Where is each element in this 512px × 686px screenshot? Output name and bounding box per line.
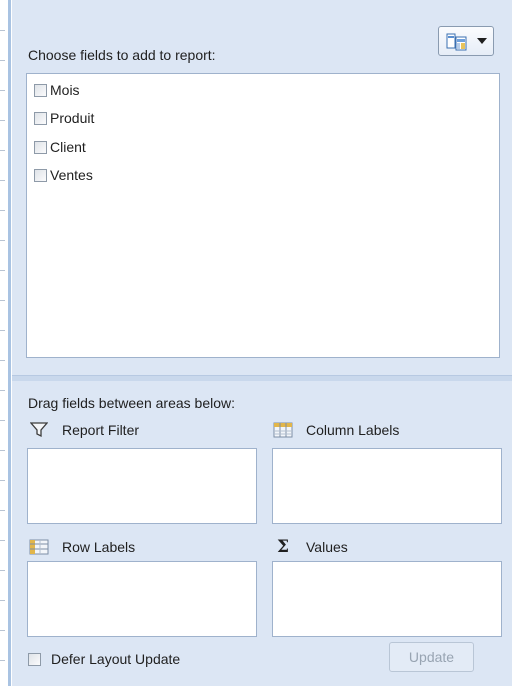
choose-fields-label: Choose fields to add to report: [28,47,216,63]
values-header: Σ Values [272,536,348,558]
defer-layout-checkbox[interactable] [28,652,41,666]
sigma-icon: Σ [276,537,290,557]
field-list-layout-button[interactable] [438,26,494,56]
row-tick [0,330,5,331]
row-tick [0,510,5,511]
field-list-box[interactable]: Mois Produit Client Ventes [26,73,500,358]
values-label: Values [306,539,348,555]
field-item-ventes[interactable]: Ventes [34,164,93,186]
column-grid-icon [272,421,294,439]
row-labels-label: Row Labels [62,539,136,555]
row-tick [0,240,5,241]
report-filter-label: Report Filter [62,422,140,438]
row-tick [0,90,5,91]
row-tick [0,600,5,601]
chevron-down-icon [477,38,487,44]
field-item-mois[interactable]: Mois [34,79,80,101]
field-label: Produit [50,110,95,126]
row-tick [0,180,5,181]
field-checkbox[interactable] [34,111,47,125]
row-tick [0,480,5,481]
row-tick [0,390,5,391]
row-tick [0,150,5,151]
row-tick [0,450,5,451]
field-label: Mois [50,82,80,98]
pivot-field-list-pane: Choose fields to add to report: Mois Pro… [0,0,512,686]
filter-funnel-icon [28,421,50,439]
row-labels-header: Row Labels [28,536,135,558]
drag-fields-label: Drag fields between areas below: [28,395,236,411]
row-tick [0,540,5,541]
row-tick [0,360,5,361]
row-tick [0,60,5,61]
values-drop-area[interactable] [272,561,502,637]
row-tick [0,630,5,631]
row-tick [0,270,5,271]
field-checkbox[interactable] [34,83,47,97]
field-checkbox[interactable] [34,168,47,182]
column-labels-drop-area[interactable] [272,448,502,524]
row-tick [0,120,5,121]
sheet-edge-strip [0,0,12,686]
pane-edge-line [8,0,11,686]
defer-layout-update[interactable]: Defer Layout Update [28,649,180,669]
row-grid-icon [28,538,50,556]
row-tick [0,420,5,421]
row-tick [0,210,5,211]
column-labels-label: Column Labels [306,422,400,438]
column-labels-header: Column Labels [272,419,399,441]
field-label: Client [50,139,86,155]
row-tick [0,660,5,661]
report-filter-header: Report Filter [28,419,139,441]
update-button[interactable]: Update [389,642,474,672]
field-item-client[interactable]: Client [34,136,86,158]
field-label: Ventes [50,167,93,183]
row-labels-drop-area[interactable] [27,561,257,637]
field-list-layout-icon [446,33,467,51]
row-tick [0,30,5,31]
field-checkbox[interactable] [34,140,47,154]
areas-section: Drag fields between areas below: Report … [12,381,512,686]
row-tick [0,300,5,301]
defer-layout-label: Defer Layout Update [51,651,181,667]
report-filter-drop-area[interactable] [27,448,257,524]
field-chooser-section: Choose fields to add to report: Mois Pro… [12,0,512,375]
field-item-produit[interactable]: Produit [34,107,94,129]
field-list-panel: Choose fields to add to report: Mois Pro… [12,0,512,686]
row-tick [0,570,5,571]
